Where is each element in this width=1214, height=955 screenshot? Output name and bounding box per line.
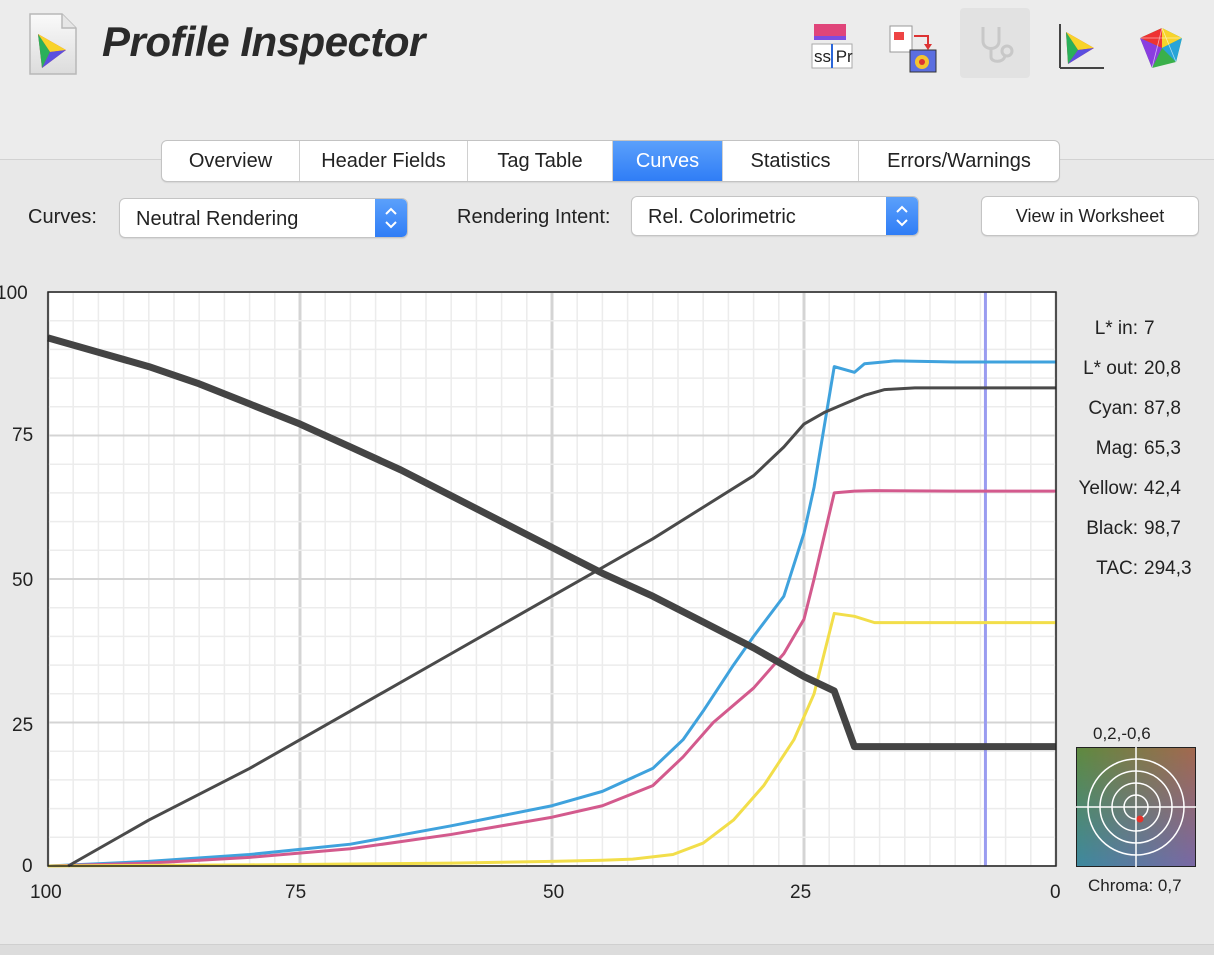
tab-errors-warnings[interactable]: Errors/Warnings [859,141,1059,181]
y-tick-label: 100 [0,283,28,304]
chroma-label: Chroma: [1088,876,1154,895]
rendering-intent-value: Rel. Colorimetric [648,206,796,228]
curves-select-value: Neutral Rendering [136,208,299,230]
tab-bar: Overview Header Fields Tag Table Curves … [161,140,1060,182]
readout-value: 294,3 [1144,558,1192,579]
readout-key: Cyan: [1088,398,1138,419]
y-tick-label: 50 [12,570,34,591]
rendering-intent-select[interactable]: Rel. Colorimetric [631,196,919,236]
x-tick-label: 0 [1050,882,1061,903]
chroma-coordinates: 0,2,-0,6 [1093,724,1151,743]
chevron-updown-icon [375,199,407,237]
tab-statistics[interactable]: Statistics [723,141,859,181]
color-profile-app-icon [29,13,77,75]
readout-value: 7 [1144,318,1155,339]
readout-key: TAC: [1096,558,1138,579]
gamut-plot-icon[interactable] [1046,14,1110,78]
y-tick-label: 0 [22,856,33,877]
readout-cyan: Cyan: 87,8 [1062,398,1192,420]
app-title: Profile Inspector [102,18,425,65]
chroma-target [1076,747,1196,867]
readout-magenta: Mag: 65,3 [1062,438,1192,460]
curves-select[interactable]: Neutral Rendering [119,198,408,238]
stethoscope-icon[interactable] [960,8,1030,78]
readout-value: 87,8 [1144,398,1181,419]
x-tick-label: 25 [790,882,812,903]
readout-key: Black: [1086,518,1138,539]
readout-value: 98,7 [1144,518,1181,539]
chroma-readout: Chroma: 0,7 [1088,876,1182,896]
readout-key: Yellow: [1078,478,1138,499]
convert-profile-icon[interactable] [880,14,944,78]
curves-label: Curves: [28,206,97,228]
readout-l-in: L* in: 7 [1062,318,1192,340]
x-tick-label: 75 [285,882,307,903]
chevron-updown-icon [886,197,918,235]
curves-chart [46,291,1058,868]
y-tick-label: 25 [12,715,34,736]
grid [46,291,1058,867]
chroma-value: 0,7 [1157,876,1182,895]
x-tick-label: 100 [30,882,62,903]
rendering-intent-label: Rendering Intent: [457,206,611,228]
readout-l-out: L* out: 20,8 [1062,358,1192,380]
tab-header-fields[interactable]: Header Fields [300,141,468,181]
profile-edit-icon[interactable]: ss Pr [798,14,862,78]
tab-curves[interactable]: Curves [613,141,723,181]
tab-tag-table[interactable]: Tag Table [468,141,613,181]
chroma-marker [1136,815,1144,823]
x-tick-label: 50 [543,882,565,903]
color-space-3d-icon[interactable] [1128,14,1192,78]
compare-icon-text: ss Pr [814,47,853,66]
bottom-bar [0,944,1214,955]
readout-tac: TAC: 294,3 [1062,558,1192,580]
view-in-worksheet-button[interactable]: View in Worksheet [981,196,1199,236]
readout-value: 42,4 [1144,478,1181,499]
readout-value: 65,3 [1144,438,1181,459]
readout-value: 20,8 [1144,358,1181,379]
y-tick-label: 75 [12,425,34,446]
tab-overview[interactable]: Overview [162,141,300,181]
readout-key: L* out: [1083,358,1138,379]
readout-key: Mag: [1095,438,1138,459]
readout-key: L* in: [1094,318,1138,339]
readout-yellow: Yellow: 42,4 [1062,478,1192,500]
title-bar: Profile Inspector ss Pr [0,0,1214,160]
readout-black: Black: 98,7 [1062,518,1192,540]
